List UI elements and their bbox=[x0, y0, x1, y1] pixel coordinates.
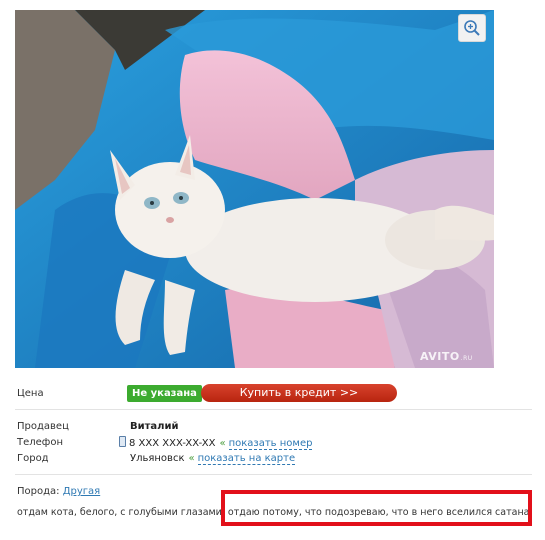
city-label: Город bbox=[17, 453, 49, 464]
seller-name: Виталий bbox=[130, 421, 179, 432]
red-highlight-box bbox=[221, 490, 532, 526]
phone-icon bbox=[119, 436, 126, 447]
show-number-link[interactable]: показать номер bbox=[228, 438, 313, 450]
arrow-icon: « bbox=[219, 438, 226, 449]
arrow-icon: « bbox=[188, 453, 195, 464]
city-name: Ульяновск bbox=[130, 453, 185, 464]
divider bbox=[15, 474, 532, 475]
divider bbox=[15, 409, 532, 410]
breed-link[interactable]: Другая bbox=[63, 486, 100, 497]
price-label: Цена bbox=[17, 388, 44, 399]
phone-label: Телефон bbox=[17, 437, 64, 448]
kitten-photo-image bbox=[15, 10, 494, 368]
breed-row: Порода: Другая bbox=[17, 486, 100, 497]
listing-photo[interactable] bbox=[15, 10, 494, 368]
phone-row: 8 XXX XXX-XX-XX «показать номер bbox=[119, 436, 313, 450]
seller-label: Продавец bbox=[17, 421, 69, 432]
show-on-map-link[interactable]: показать на карте bbox=[197, 453, 296, 465]
price-badge: Не указана bbox=[127, 385, 202, 402]
buy-on-credit-button[interactable]: Купить в кредит >> bbox=[201, 384, 397, 402]
city-row: Ульяновск «показать на карте bbox=[130, 453, 296, 465]
breed-label: Порода: bbox=[17, 486, 60, 497]
zoom-button[interactable] bbox=[458, 14, 486, 42]
zoom-in-icon bbox=[464, 20, 480, 36]
description-part1: отдам кота, белого, с голубыми глазами, bbox=[17, 507, 225, 518]
avito-watermark: AVITO.RU bbox=[420, 350, 473, 363]
phone-number: 8 XXX XXX-XX-XX bbox=[129, 438, 216, 449]
